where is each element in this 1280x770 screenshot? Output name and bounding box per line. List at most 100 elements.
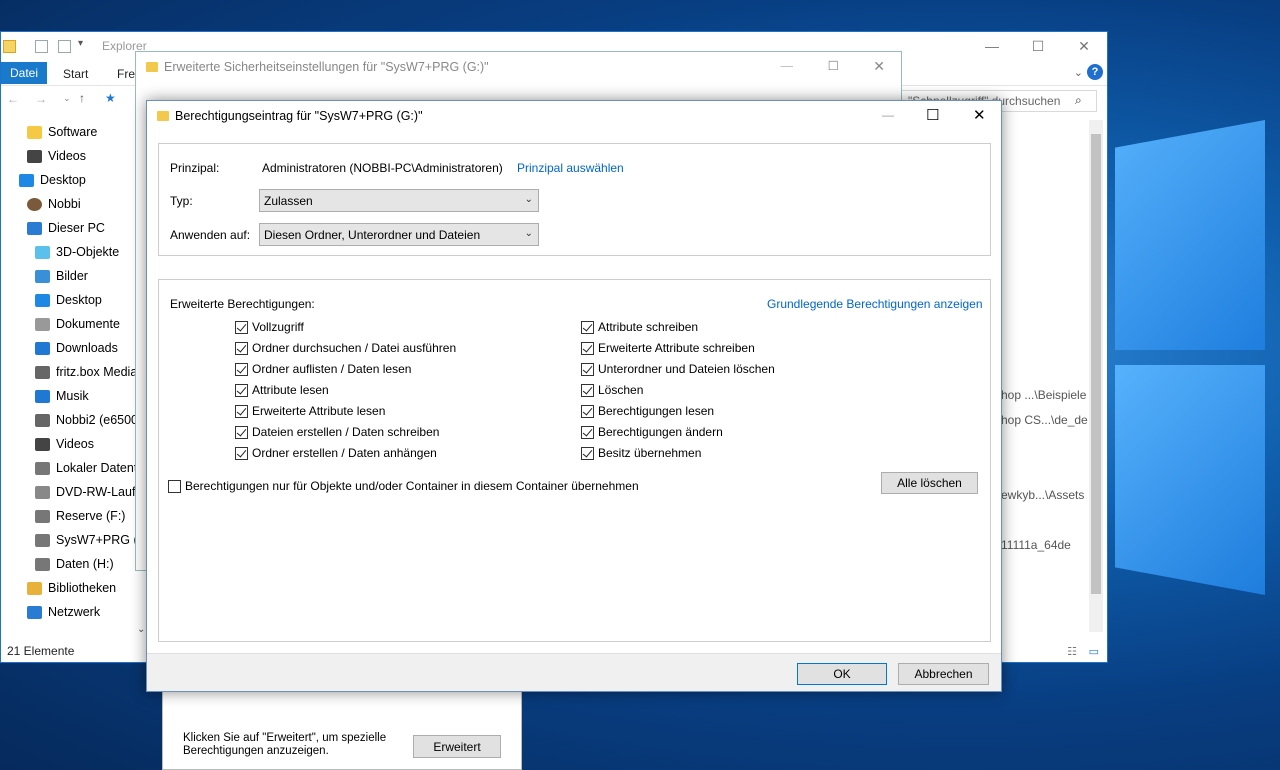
details-view-icon[interactable]: ☷ (1067, 645, 1077, 658)
permission-checkbox[interactable]: Ordner erstellen / Daten anhängen (235, 446, 437, 460)
close-icon[interactable]: ✕ (873, 58, 885, 75)
sidebar-item[interactable]: Dieser PC (27, 217, 105, 239)
cancel-button[interactable]: Abbrechen (898, 663, 989, 685)
sidebar-item[interactable]: Software (27, 121, 97, 143)
windows-logo (1105, 60, 1270, 600)
checkbox-box[interactable] (581, 320, 594, 334)
permission-checkbox[interactable]: Dateien erstellen / Daten schreiben (235, 425, 439, 439)
apply-to-select[interactable]: Diesen Ordner, Unterordner und Dateien ⌄ (259, 223, 539, 246)
clear-all-button[interactable]: Alle löschen (881, 472, 978, 494)
minimize-icon[interactable]: — (781, 59, 794, 73)
list-item[interactable]: hop ...\Beispiele (1001, 388, 1086, 402)
checkbox-box[interactable] (235, 341, 248, 355)
tiles-view-icon[interactable]: ▭ (1089, 645, 1099, 658)
checkbox-box[interactable] (235, 383, 248, 397)
sidebar-item[interactable]: Desktop (35, 289, 102, 311)
sidebar-item[interactable]: Lokaler Datentr (35, 457, 141, 479)
sidebar-item[interactable]: Reserve (F:) (35, 505, 125, 527)
close-icon[interactable]: ✕ (1061, 32, 1107, 60)
permission-checkbox[interactable]: Attribute schreiben (581, 320, 698, 334)
select-principal-link[interactable]: Prinzipal auswählen (517, 161, 624, 175)
sidebar-item[interactable]: Downloads (35, 337, 118, 359)
forward-icon[interactable]: → (35, 92, 47, 106)
show-basic-permissions-link[interactable]: Grundlegende Berechtigungen anzeigen (767, 297, 983, 311)
sidebar-item[interactable]: Nobbi2 (e6500) (35, 409, 142, 431)
permission-checkbox[interactable]: Ordner durchsuchen / Datei ausführen (235, 341, 456, 355)
checkbox-box[interactable] (581, 383, 594, 397)
sidebar-item[interactable]: fritz.box Media (35, 361, 137, 383)
inherit-label: Berechtigungen nur für Objekte und/oder … (185, 479, 639, 493)
tab-start[interactable]: Start (63, 67, 88, 81)
type-select[interactable]: Zulassen ⌄ (259, 189, 539, 212)
checkbox-box[interactable] (235, 362, 248, 376)
checkbox-box[interactable] (581, 446, 594, 460)
sidebar-item[interactable]: Bilder (35, 265, 88, 287)
new-folder-icon[interactable] (58, 40, 71, 53)
ribbon-expand-icon[interactable]: ⌄ (1074, 66, 1083, 79)
search-icon[interactable]: ⌕ (1075, 93, 1082, 108)
properties-window: Klicken Sie auf "Erweitert", um speziell… (162, 690, 522, 770)
permission-checkbox[interactable]: Erweiterte Attribute lesen (235, 404, 385, 418)
maximize-icon[interactable]: ☐ (828, 58, 839, 73)
close-icon[interactable]: ✕ (973, 106, 986, 124)
properties-icon[interactable] (35, 40, 48, 53)
sidebar-item[interactable]: Nobbi (27, 193, 81, 215)
permission-checkbox[interactable]: Vollzugriff (235, 320, 304, 334)
sidebar-item[interactable]: Netzwerk (27, 601, 100, 623)
sidebar-item[interactable]: Videos (35, 433, 94, 455)
maximize-icon[interactable]: ☐ (926, 106, 939, 124)
checkbox-box[interactable] (581, 404, 594, 418)
sidebar-item[interactable]: SysW7+PRG (G (35, 529, 147, 551)
list-item[interactable]: 11111a_64de (1001, 538, 1071, 552)
sidebar-item-label: Lokaler Datentr (56, 461, 142, 475)
sidebar-item[interactable]: Daten (H:) (35, 553, 114, 575)
minimize-icon[interactable]: — (969, 32, 1015, 60)
desktop-icon (19, 173, 34, 187)
permission-label: Attribute lesen (252, 383, 329, 397)
permission-checkbox[interactable]: Löschen (581, 383, 643, 397)
permission-checkbox[interactable]: Erweiterte Attribute schreiben (581, 341, 755, 355)
checkbox-box[interactable] (581, 425, 594, 439)
sidebar-item[interactable]: DVD-RW-Laufw (35, 481, 144, 503)
libraries-icon (27, 581, 42, 595)
permission-checkbox[interactable]: Unterordner und Dateien löschen (581, 362, 775, 376)
videos-icon (35, 437, 50, 451)
checkbox-box[interactable] (581, 362, 594, 376)
sidebar-item-label: Desktop (56, 293, 102, 307)
sidebar-item[interactable]: 3D-Objekte (35, 241, 119, 263)
desktop-icon (35, 293, 50, 307)
ok-button[interactable]: OK (797, 663, 887, 685)
checkbox-box[interactable] (235, 404, 248, 418)
checkbox-box[interactable] (581, 341, 594, 355)
sidebar-item[interactable]: Videos (27, 145, 86, 167)
maximize-icon[interactable]: ☐ (1015, 32, 1061, 60)
sidebar-item[interactable]: Bibliotheken (27, 577, 116, 599)
tab-file[interactable]: Datei (1, 62, 47, 84)
permission-checkbox[interactable]: Attribute lesen (235, 383, 329, 397)
permission-checkbox[interactable]: Ordner auflisten / Daten lesen (235, 362, 411, 376)
nav-scroll-down-icon[interactable]: ⌄ (137, 624, 145, 635)
drive-icon (35, 509, 50, 523)
checkbox-box[interactable] (235, 320, 248, 334)
advanced-button[interactable]: Erweitert (413, 735, 501, 758)
sidebar-item[interactable]: Musik (35, 385, 89, 407)
list-item[interactable]: hop CS...\de_de (1001, 413, 1088, 427)
checkbox-box[interactable] (235, 446, 248, 460)
help-icon[interactable]: ? (1087, 64, 1103, 80)
up-icon[interactable]: ↑ (79, 91, 85, 105)
minimize-icon[interactable]: — (882, 108, 894, 122)
checkbox-box[interactable] (235, 425, 248, 439)
back-icon[interactable]: ← (7, 92, 19, 106)
permission-checkbox[interactable]: Besitz übernehmen (581, 446, 701, 460)
permission-checkbox[interactable]: Berechtigungen ändern (581, 425, 723, 439)
drive-icon (35, 461, 50, 475)
sidebar-item[interactable]: Desktop (19, 169, 86, 191)
customize-toolbar-icon[interactable]: ▾ (78, 38, 83, 49)
status-text: 21 Elemente (7, 644, 75, 658)
sidebar-item[interactable]: Dokumente (35, 313, 120, 335)
permission-checkbox[interactable]: Berechtigungen lesen (581, 404, 714, 418)
recent-locations-icon[interactable]: ⌄ (63, 93, 71, 104)
inherit-checkbox[interactable]: Berechtigungen nur für Objekte und/oder … (168, 479, 639, 493)
list-item[interactable]: ewkyb...\Assets (1001, 488, 1084, 502)
scrollbar[interactable] (1089, 120, 1103, 632)
